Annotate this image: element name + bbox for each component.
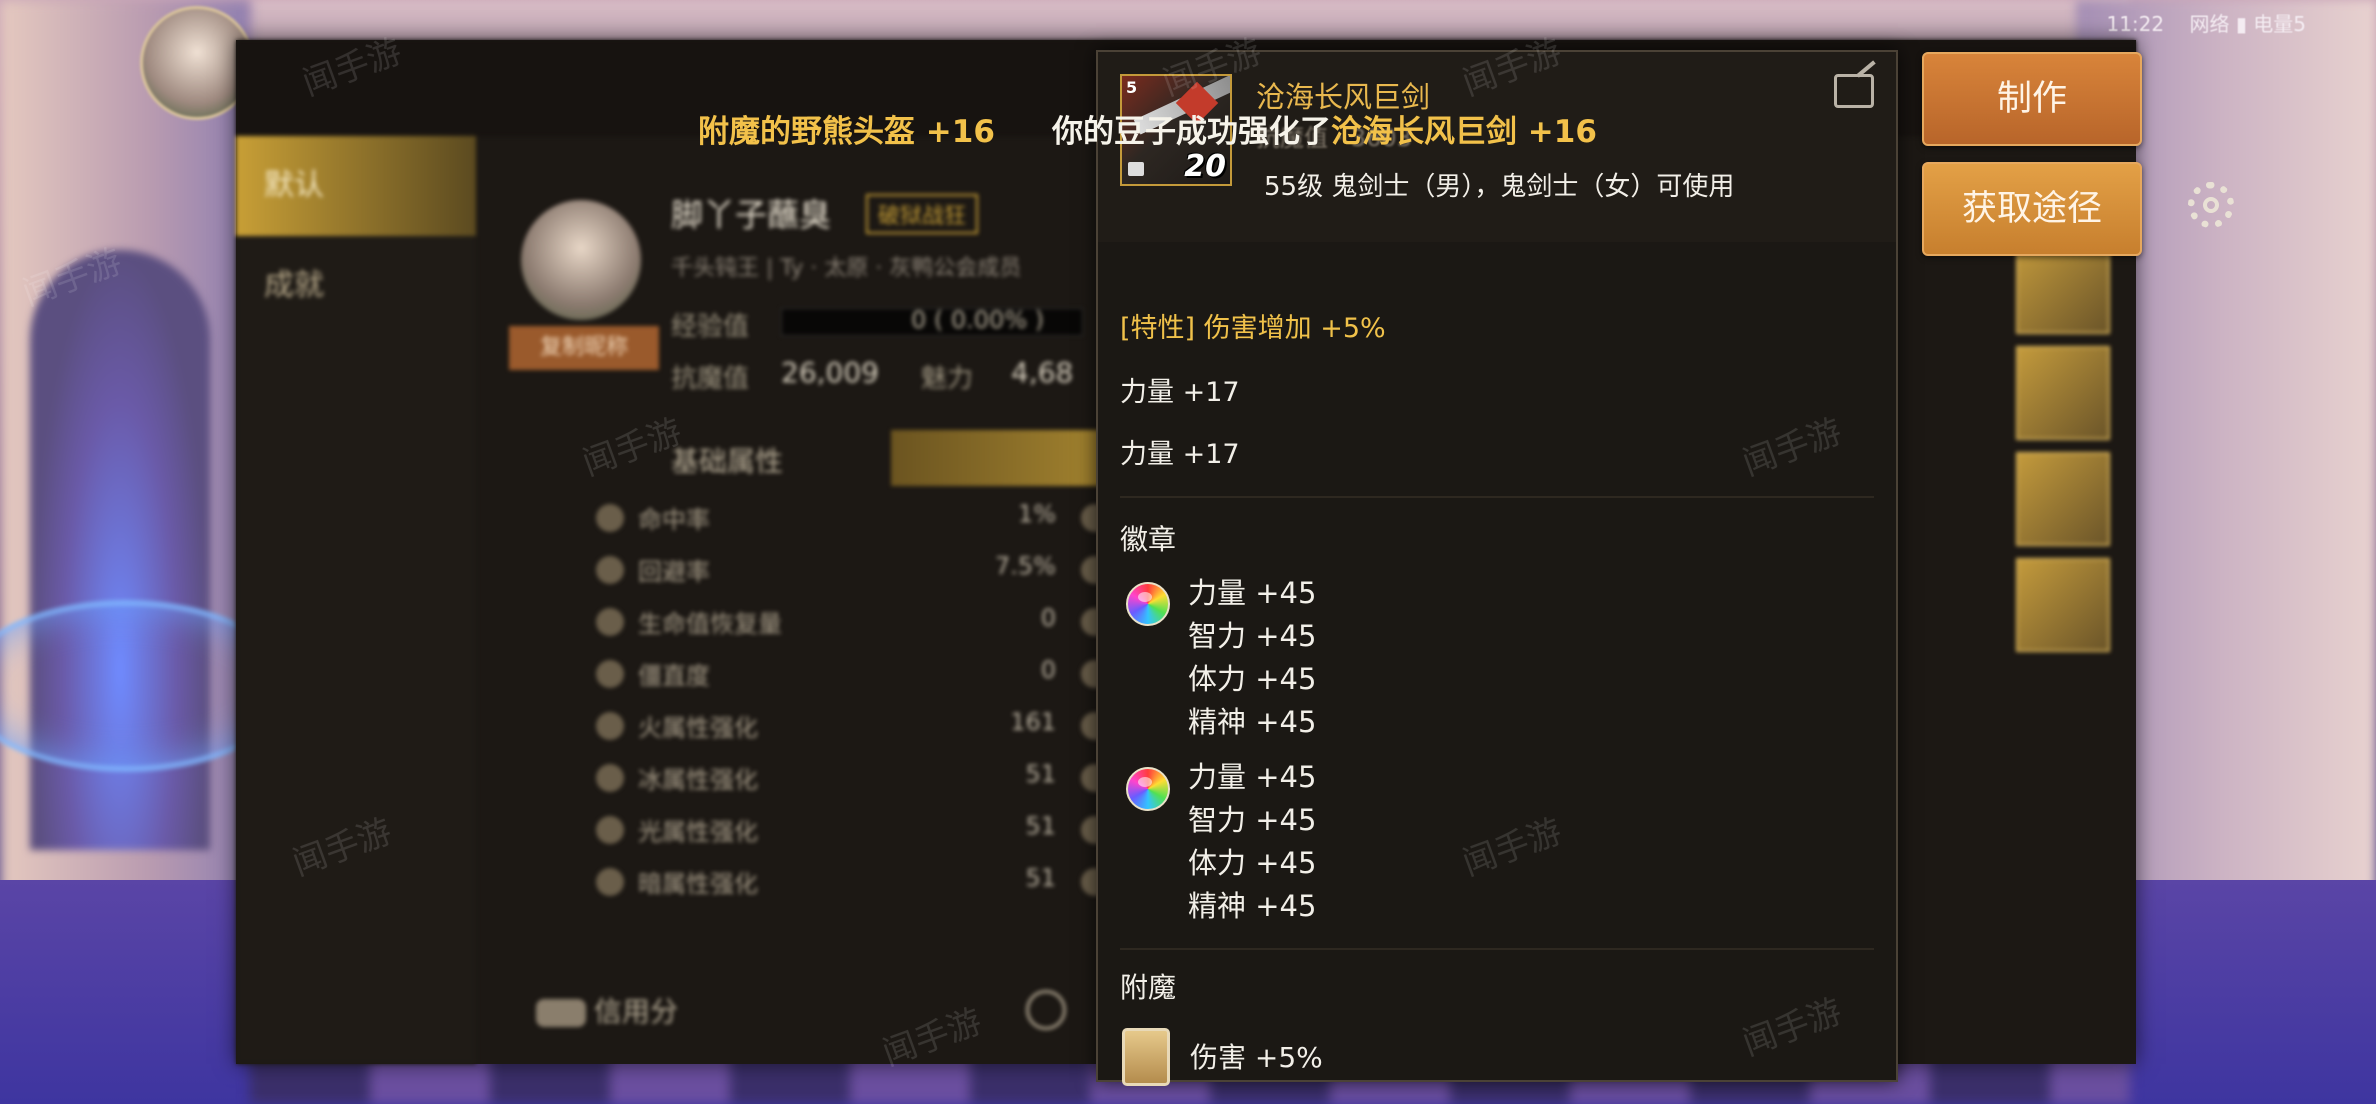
stat-value: 161 — [1010, 708, 1056, 736]
gear-icon[interactable] — [2188, 182, 2234, 228]
status-right: 网络 ▮ 电量5 — [2189, 12, 2306, 36]
share-item-icon[interactable] — [1834, 74, 1874, 108]
exp-label: 经验值 — [671, 312, 750, 342]
item-icon-tag: 5 — [1126, 78, 1138, 97]
share-icon[interactable] — [1026, 990, 1066, 1030]
emblem-stat: 智力 +45 — [1188, 619, 1317, 653]
character-avatar — [521, 200, 641, 320]
status-bar: 11:22 网络 ▮ 电量5 — [2106, 8, 2306, 37]
copy-name-button[interactable]: 复制昵称 — [509, 326, 659, 370]
stat-value: 0 — [1040, 656, 1056, 684]
credit-label: 信用分 — [594, 995, 679, 1028]
power-value: 26,009 — [781, 356, 879, 389]
sidebar-tab-achievement[interactable]: 成就 — [236, 236, 476, 336]
rainbow-emblem-icon — [1126, 767, 1170, 811]
emblem-section-title: 徽章 — [1120, 523, 1177, 556]
lock-icon — [1128, 162, 1144, 176]
emblem-stat: 力量 +45 — [1188, 760, 1317, 794]
stat-value: 1% — [1017, 500, 1056, 528]
rainbow-emblem-icon — [1126, 582, 1170, 626]
character-guild: 千头钝王 | Ty · 太原 · 灰鸭公会成员 — [671, 256, 1022, 281]
item-attr: 力量 +17 — [1120, 377, 1240, 408]
item-icon-level: 20 — [1184, 149, 1226, 184]
get-source-button[interactable]: 获取途径 — [1922, 162, 2142, 256]
stat-value: 51 — [1025, 812, 1056, 840]
item-usable-by: 55级 鬼剑士（男），鬼剑士（女）可使用 — [1264, 172, 1735, 202]
stat-row: 回避率 7.5% — [596, 552, 1056, 592]
equipment-slot[interactable] — [2016, 452, 2110, 546]
enchant-stat: 伤害 +5% — [1190, 1041, 1323, 1074]
item-attr: 力量 +17 — [1120, 439, 1240, 470]
emblem-stat: 力量 +45 — [1188, 576, 1317, 610]
charm-label: 魅力 — [921, 364, 974, 394]
stat-icon — [596, 868, 624, 896]
stat-row: 生命值恢复量 0 — [596, 604, 1056, 644]
stat-row: 火属性强化 161 — [596, 708, 1056, 748]
sidebar-tab-default[interactable]: 默认 — [236, 136, 476, 236]
stat-name: 冰属性强化 — [638, 766, 758, 794]
tab-basic-attributes[interactable]: 基础属性 — [671, 440, 783, 480]
stat-name: 回避率 — [638, 558, 710, 586]
divider — [1120, 948, 1874, 950]
emblem-stat: 智力 +45 — [1188, 803, 1317, 837]
exp-value: 0 ( 0.00% ) — [911, 306, 1045, 334]
tab-secondary[interactable] — [891, 430, 1111, 486]
stat-name: 命中率 — [638, 506, 710, 534]
stat-icon — [596, 556, 624, 584]
stat-icon — [596, 816, 624, 844]
enhance-notice: 你的豆子成功强化了沧海长风巨剑 +16 — [1052, 106, 1597, 150]
enchant-card-icon — [1122, 1028, 1170, 1086]
emblem-stat: 精神 +45 — [1188, 705, 1317, 739]
stat-name: 火属性强化 — [638, 714, 758, 742]
stat-value: 0 — [1040, 604, 1056, 632]
stat-row: 命中率 1% — [596, 500, 1056, 540]
stat-row: 冰属性强化 51 — [596, 760, 1056, 800]
power-label: 抗魔值 — [671, 364, 750, 394]
emblem-stat: 精神 +45 — [1188, 889, 1317, 923]
item-tooltip: 5 20 沧海长风巨剑 抗魔值 · 3603 55级 鬼剑士（男），鬼剑士（女）… — [1096, 50, 1898, 1086]
stat-icon — [596, 712, 624, 740]
stat-name: 光属性强化 — [638, 818, 758, 846]
people-icon — [536, 999, 586, 1027]
stat-icon — [596, 660, 624, 688]
stat-name: 生命值恢复量 — [638, 610, 782, 638]
stat-value: 51 — [1025, 760, 1056, 788]
stat-icon — [596, 608, 624, 636]
stat-row: 暗属性强化 51 — [596, 864, 1056, 904]
equipment-slot[interactable] — [2016, 346, 2110, 440]
charm-value: 4,68 — [1011, 356, 1074, 389]
character-class-badge: 破狱战狂 — [866, 194, 979, 234]
stat-name: 暗属性强化 — [638, 870, 758, 898]
stat-value: 51 — [1025, 864, 1056, 892]
stat-value: 7.5% — [995, 552, 1056, 580]
stat-icon — [596, 764, 624, 792]
status-time: 11:22 — [2106, 12, 2165, 36]
notice-item: 沧海长风巨剑 +16 — [1331, 114, 1597, 150]
notice-prefix: 你的豆子成功强化了 — [1052, 114, 1331, 150]
item-trait: [特性] 伤害增加 +5% — [1120, 313, 1386, 344]
emblem-stat: 体力 +45 — [1188, 846, 1317, 880]
stat-name: 僵直度 — [638, 662, 710, 690]
panel-sidebar: 默认 成就 — [236, 136, 476, 1064]
stat-row: 光属性强化 51 — [596, 812, 1056, 852]
stat-icon — [596, 504, 624, 532]
enchant-section-title: 附魔 — [1120, 971, 1177, 1004]
previous-notice: 附魔的野熊头盔 +16 — [698, 114, 995, 150]
equipment-strip — [2016, 240, 2116, 840]
divider — [1120, 496, 1874, 498]
equipment-slot[interactable] — [2016, 558, 2110, 652]
emblem-stat: 体力 +45 — [1188, 662, 1317, 696]
credit-score-button[interactable]: 信用分 — [536, 990, 678, 1030]
character-name: 脚丫子蘸臭 — [671, 196, 832, 234]
stat-row: 僵直度 0 — [596, 656, 1056, 696]
make-button[interactable]: 制作 — [1922, 52, 2142, 146]
